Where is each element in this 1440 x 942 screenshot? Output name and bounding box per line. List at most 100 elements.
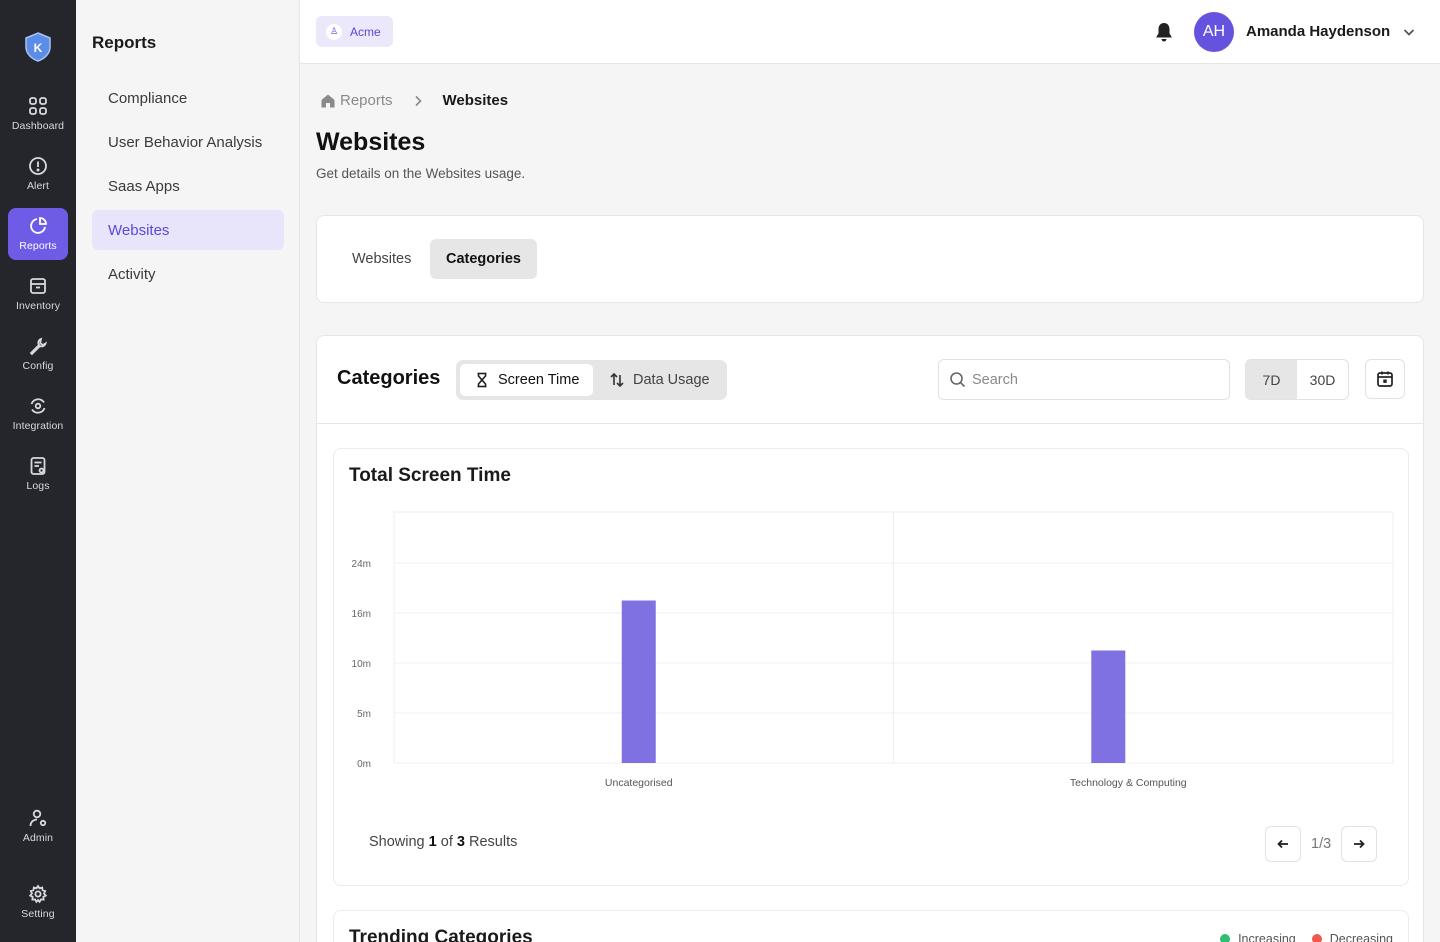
- archive-icon: [30, 278, 46, 294]
- calendar-button[interactable]: [1365, 359, 1405, 399]
- rail-item-admin[interactable]: Admin: [8, 800, 68, 852]
- user-name[interactable]: Amanda Haydenson: [1246, 23, 1390, 40]
- y-tick-label: 10m: [352, 659, 371, 670]
- sidebar-item-user-behavior-analysis[interactable]: User Behavior Analysis: [92, 122, 284, 162]
- sidebar-item-saas-apps[interactable]: Saas Apps: [92, 166, 284, 206]
- total-screen-time-card: Total Screen Time 0m 5m 10m 16m 24m Uncategor…: [333, 448, 1409, 886]
- rail-label: Config: [22, 360, 54, 372]
- metric-toggle: Screen Time Data Usage: [456, 360, 727, 400]
- total-count: 3: [456, 834, 465, 850]
- tab-websites[interactable]: Websites: [336, 239, 427, 279]
- panel-title: Categories: [337, 367, 441, 389]
- rail-label: Logs: [26, 480, 50, 492]
- panel-header: Categories Screen Time Data Usage 7D 30D: [317, 336, 1423, 424]
- user-gear-icon: [29, 809, 47, 827]
- rail-label: Inventory: [15, 300, 61, 312]
- file-icon: [30, 457, 46, 475]
- search-icon: [950, 372, 966, 388]
- legend-decreasing-label: Decreasing: [1329, 932, 1393, 942]
- org-icon: ♙: [326, 23, 342, 40]
- rail-item-reports[interactable]: Reports: [8, 208, 68, 260]
- increasing-swatch: [1220, 934, 1231, 942]
- sidebar-item-websites[interactable]: Websites: [92, 210, 284, 250]
- breadcrumb-reports[interactable]: Reports: [340, 92, 393, 109]
- page-info: 1/3: [1311, 836, 1332, 852]
- calendar-icon: [1377, 371, 1393, 387]
- arrow-left-icon: [1277, 839, 1288, 849]
- showing-prefix: Showing: [369, 834, 425, 850]
- range-7d-button[interactable]: 7D: [1246, 360, 1297, 399]
- rail-label: Dashboard: [11, 120, 65, 132]
- breadcrumb-current: Websites: [442, 92, 509, 109]
- date-range-toggle: 7D 30D: [1245, 359, 1349, 400]
- left-rail: K Dashboard Alert Reports Inventory Conf…: [0, 0, 76, 942]
- alert-circle-icon: [29, 157, 47, 175]
- trend-legend: Increasing Decreasing: [1220, 932, 1393, 942]
- results-word: Results: [469, 834, 518, 850]
- rail-item-logs[interactable]: Logs: [8, 448, 68, 500]
- y-tick-label: 16m: [352, 609, 371, 620]
- data-usage-label: Data Usage: [633, 372, 710, 388]
- legend-increasing: Increasing: [1220, 932, 1296, 942]
- org-switcher[interactable]: ♙ Acme: [316, 16, 393, 47]
- page-subtitle: Get details on the Websites usage.: [316, 166, 526, 181]
- chevron-down-icon[interactable]: [1401, 24, 1417, 40]
- arrow-right-icon: [1354, 839, 1365, 849]
- bar-1: [1091, 650, 1126, 763]
- org-name: Acme: [350, 24, 381, 39]
- reports-sidebar: Reports Compliance User Behavior Analysi…: [76, 0, 300, 942]
- y-tick-label: 24m: [352, 559, 371, 570]
- rail-item-dashboard[interactable]: Dashboard: [8, 88, 68, 140]
- decreasing-swatch: [1311, 934, 1322, 942]
- bell-icon[interactable]: [1153, 21, 1175, 43]
- rail-item-config[interactable]: Config: [8, 328, 68, 380]
- rail-label: Alert: [26, 180, 50, 192]
- sidebar-title: Reports: [92, 33, 157, 52]
- rail-label: Integration: [12, 420, 64, 432]
- of-word: of: [440, 834, 453, 850]
- tab-categories[interactable]: Categories: [430, 239, 537, 279]
- chevron-right-icon: [414, 95, 422, 106]
- view-tabs-card: Websites Categories: [316, 215, 1424, 303]
- screen-time-button[interactable]: Screen Time: [460, 364, 594, 396]
- screen-time-chart: 0m 5m 10m 16m 24m Uncategorised Technology & C…: [352, 511, 1394, 789]
- hourglass-icon: [477, 372, 487, 388]
- legend-increasing-label: Increasing: [1238, 932, 1296, 942]
- x-tick-label: Uncategorised: [605, 777, 673, 789]
- trending-categories-card: Trending Categories Increasing Decreasin…: [333, 910, 1409, 942]
- legend-decreasing: Decreasing: [1311, 932, 1393, 942]
- rail-item-setting[interactable]: Setting: [8, 876, 68, 928]
- avatar[interactable]: AH: [1194, 12, 1234, 52]
- rail-label: Setting: [21, 908, 55, 920]
- logo-letter: K: [34, 41, 43, 55]
- rail-item-integration[interactable]: Integration: [8, 388, 68, 440]
- sync-icon: [30, 398, 46, 414]
- bar-0: [621, 600, 656, 763]
- rail-item-alert[interactable]: Alert: [8, 148, 68, 200]
- rail-item-inventory[interactable]: Inventory: [8, 268, 68, 320]
- search-box[interactable]: [938, 359, 1230, 400]
- gear-icon: [28, 884, 48, 904]
- home-icon[interactable]: [320, 93, 336, 109]
- rail-label: Reports: [19, 240, 57, 252]
- results-summary: Showing 1 of 3 Results: [369, 834, 517, 850]
- screen-time-label: Screen Time: [498, 372, 580, 388]
- wrench-icon: [29, 337, 48, 356]
- y-tick-label: 0m: [357, 759, 371, 770]
- grid-icon: [29, 97, 47, 115]
- search-input[interactable]: [972, 371, 1212, 388]
- sidebar-item-compliance[interactable]: Compliance: [92, 78, 284, 118]
- page-title: Websites: [316, 128, 426, 156]
- rail-label: Admin: [22, 832, 54, 844]
- top-bar: ♙ Acme AH Amanda Haydenson: [300, 0, 1440, 64]
- pagination: 1/3: [1265, 826, 1378, 862]
- pie-chart-icon: [30, 217, 47, 234]
- kolide-logo-icon[interactable]: K: [24, 32, 52, 62]
- next-page-button[interactable]: [1341, 826, 1378, 862]
- sidebar-item-activity[interactable]: Activity: [92, 254, 284, 294]
- range-30d-button[interactable]: 30D: [1297, 360, 1348, 399]
- data-usage-button[interactable]: Data Usage: [595, 364, 724, 396]
- prev-page-button[interactable]: [1265, 826, 1301, 862]
- trending-title: Trending Categories: [349, 927, 533, 942]
- categories-panel: Categories Screen Time Data Usage 7D 30D…: [316, 335, 1424, 942]
